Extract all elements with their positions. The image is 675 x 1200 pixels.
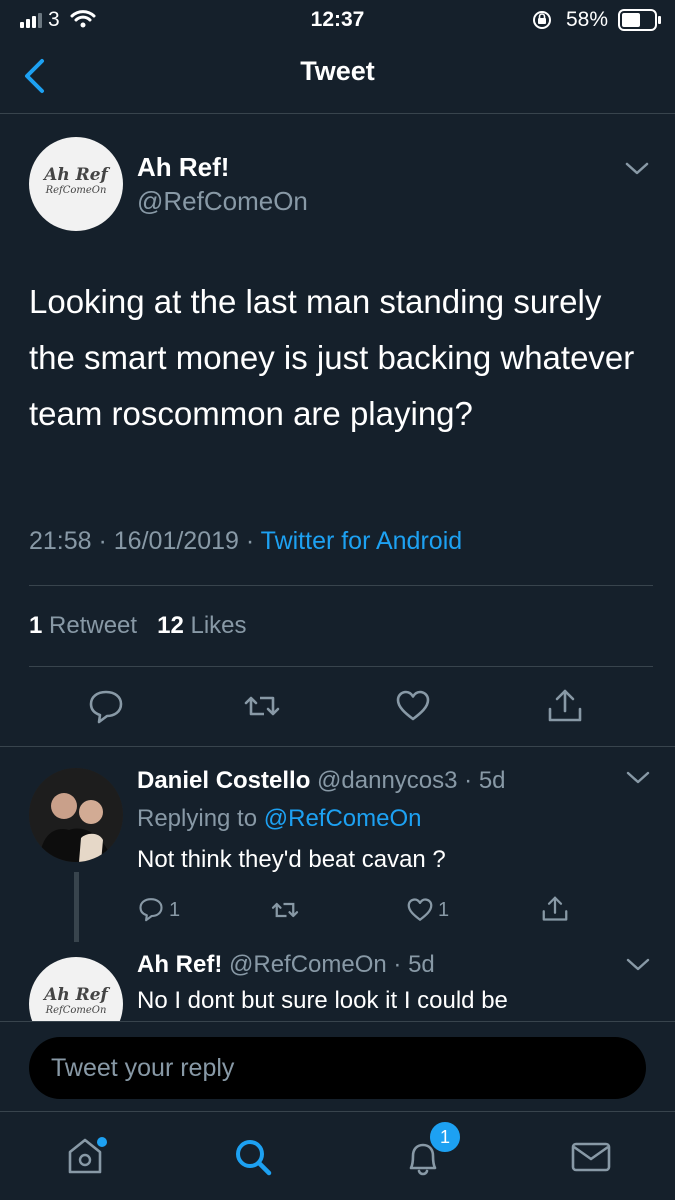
mail-icon	[571, 1142, 611, 1172]
retweets-stat[interactable]: 1 Retweet	[29, 612, 137, 639]
like-count: 12	[157, 612, 184, 639]
replying-to-link[interactable]: @RefComeOn	[264, 805, 422, 832]
author-avatar[interactable]: Ah Ref RefComeOn	[29, 137, 123, 231]
actions-divider	[0, 746, 675, 747]
tab-home[interactable]	[64, 1134, 108, 1178]
stats-divider	[29, 666, 653, 667]
search-icon	[236, 1140, 272, 1176]
tab-search[interactable]	[232, 1136, 274, 1178]
replying-to-line: Replying to @RefComeOn	[137, 805, 422, 833]
reply-button[interactable]	[86, 686, 126, 726]
like-button[interactable]	[393, 686, 433, 726]
tweet-stats: 1 Retweet 12 Likes	[29, 612, 247, 640]
avatar-logo-text: Ah Ref	[44, 985, 108, 1005]
reply-reply-count: 1	[169, 899, 181, 921]
tweet-time: 21:58	[29, 527, 92, 555]
tweet-source-link[interactable]: Twitter for Android	[261, 527, 462, 555]
orientation-lock-icon	[531, 9, 553, 31]
share-icon	[542, 896, 568, 921]
share-button[interactable]	[545, 686, 585, 726]
chevron-down-icon	[626, 958, 650, 971]
reply-item-clipped: Ah Ref RefComeOn Ah Ref! @RefComeOn · 5d…	[0, 945, 675, 1021]
reply-age: 5d	[408, 951, 435, 978]
notifications-badge: 1	[428, 1120, 462, 1154]
reply-retweet-button[interactable]	[270, 895, 300, 925]
profile-photo	[29, 768, 123, 862]
nav-divider	[0, 113, 675, 114]
reply-author-name[interactable]: Ah Ref!	[137, 951, 222, 978]
retweet-icon	[271, 902, 299, 918]
thread-line	[74, 872, 79, 942]
tweet-text: Looking at the last man standing surely …	[29, 283, 635, 432]
reply-age: 5d	[478, 767, 506, 794]
chevron-down-icon	[626, 771, 650, 784]
retweet-count: 1	[29, 612, 43, 639]
tweet-meta: 21:58 · 16/01/2019 · Twitter for Android	[29, 527, 463, 555]
reply-avatar[interactable]: Ah Ref RefComeOn	[29, 957, 123, 1021]
likes-stat[interactable]: 12 Likes	[157, 612, 246, 639]
avatar-logo-text: Ah Ref	[44, 165, 108, 185]
meta-divider	[29, 585, 653, 586]
heart-icon	[396, 690, 430, 721]
tab-bar: 1	[0, 1112, 675, 1200]
like-label: Likes	[190, 612, 247, 639]
avatar-logo-subtext: RefComeOn	[45, 1005, 107, 1016]
reply-text: Not think they'd beat cavan ?	[137, 846, 446, 873]
avatar-logo-subtext: RefComeOn	[45, 185, 107, 196]
author-name[interactable]: Ah Ref!	[137, 152, 229, 183]
composer-divider	[0, 1021, 675, 1022]
reply-like-count: 1	[438, 899, 450, 921]
retweet-button[interactable]	[242, 686, 282, 726]
tab-messages[interactable]	[570, 1140, 612, 1174]
reply-author-handle[interactable]: @RefComeOn	[229, 951, 387, 978]
reply-composer-input[interactable]: Tweet your reply	[29, 1037, 646, 1099]
chevron-down-icon	[625, 162, 649, 175]
retweet-icon	[244, 696, 280, 716]
comment-icon	[139, 898, 163, 922]
reply-avatar[interactable]	[29, 768, 123, 862]
reply-author-handle[interactable]: @dannycos3	[317, 767, 457, 794]
share-icon	[548, 689, 582, 722]
tweet-date: 16/01/2019	[113, 527, 239, 555]
reply-options-button[interactable]	[625, 957, 651, 973]
reply-header: Daniel Costello @dannycos3 · 5d	[137, 767, 506, 794]
comment-icon	[89, 690, 123, 724]
reply-reply-button[interactable]	[137, 895, 165, 923]
reply-options-button[interactable]	[625, 770, 651, 786]
page-title: Tweet	[300, 56, 375, 86]
reply-header: Ah Ref! @RefComeOn · 5d	[137, 951, 435, 978]
tweet-options-button[interactable]	[623, 160, 651, 178]
reply-share-button[interactable]	[540, 894, 570, 924]
home-icon	[68, 1137, 107, 1174]
battery-percentage: 58%	[566, 8, 609, 31]
status-bar: 3 12:37 58%	[0, 0, 675, 40]
reply-text: No I dont but sure look it I could be	[137, 987, 508, 1014]
author-handle[interactable]: @RefComeOn	[137, 186, 308, 217]
replying-to-label: Replying to	[137, 805, 258, 832]
battery-icon	[618, 9, 662, 31]
reply-author-name[interactable]: Daniel Costello	[137, 767, 310, 794]
heart-icon	[407, 898, 433, 921]
retweet-label: Retweet	[49, 612, 138, 639]
reply-like-button[interactable]	[405, 895, 435, 925]
